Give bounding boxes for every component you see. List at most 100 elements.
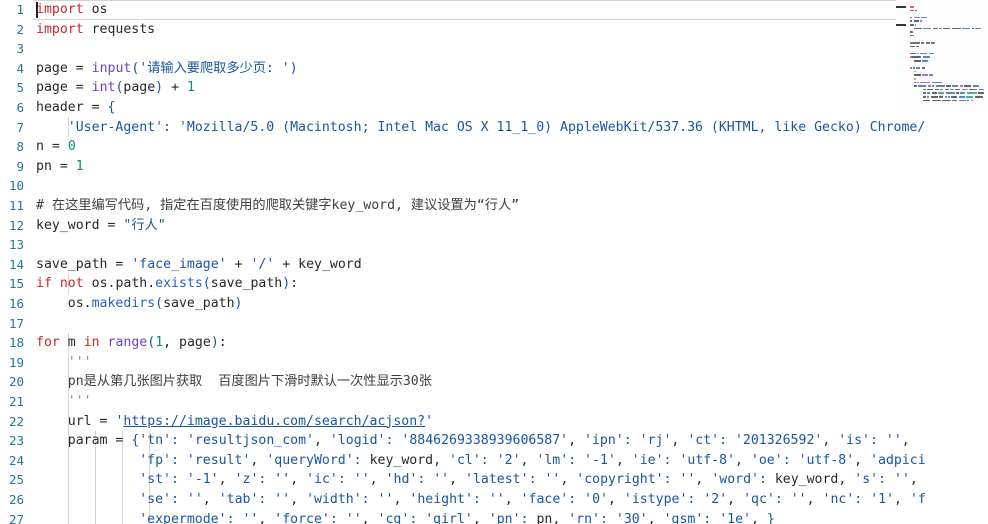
minimap-line xyxy=(910,52,916,55)
minimap-line xyxy=(966,96,974,98)
line-number: 16 xyxy=(8,296,24,311)
minimap-line xyxy=(913,20,919,22)
minimap-line xyxy=(917,81,920,84)
minimap-line xyxy=(955,88,961,91)
minimap-line xyxy=(914,81,916,84)
code-line[interactable]: if not os.path.exists(save_path): xyxy=(0,274,988,294)
minimap-line xyxy=(931,92,937,94)
minimap-line xyxy=(923,27,932,30)
line-number: 1 xyxy=(16,2,24,17)
code-minimap[interactable] xyxy=(896,0,988,113)
line-number: 9 xyxy=(16,158,24,174)
minimap-line xyxy=(910,6,914,8)
code-line[interactable]: param = {'tn': 'resultjson_com', 'logid'… xyxy=(0,431,988,451)
minimap-line xyxy=(914,27,923,30)
code-line[interactable]: save_path = 'face_image' + '/' + key_wor… xyxy=(0,255,988,275)
code-line[interactable]: page = input('请输入要爬取多少页: ') xyxy=(0,59,988,79)
code-line[interactable] xyxy=(0,176,988,196)
line-number: 10 xyxy=(8,178,24,194)
code-line[interactable] xyxy=(0,39,988,59)
minimap-line xyxy=(939,27,943,30)
code-line[interactable] xyxy=(0,314,988,334)
minimap-line xyxy=(944,88,949,91)
code-line[interactable]: 'expermode': '', 'force': '', 'cg': 'gir… xyxy=(0,510,988,524)
minimap-line xyxy=(920,81,931,84)
minimap-line xyxy=(910,16,913,19)
minimap-line xyxy=(951,96,958,98)
minimap-line xyxy=(961,88,968,91)
line-number: 24 xyxy=(8,452,24,468)
minimap-line xyxy=(947,96,950,98)
line-number: 20 xyxy=(8,374,24,390)
code-line[interactable]: 'fp': 'result', 'queryWord': key_word, '… xyxy=(0,451,988,471)
minimap-line xyxy=(923,96,927,98)
minimap-line xyxy=(935,85,945,87)
code-line[interactable]: for m in range(1, page): xyxy=(0,333,988,353)
code-line[interactable]: pn = 1 xyxy=(0,157,988,177)
minimap-line xyxy=(916,67,921,69)
minimap-line xyxy=(932,85,935,87)
minimap-line xyxy=(971,27,974,30)
line-number: 17 xyxy=(8,315,24,331)
code-line[interactable]: import os xyxy=(0,0,988,20)
minimap-line xyxy=(910,45,915,48)
minimap-line xyxy=(921,42,925,44)
line-number: 25 xyxy=(8,472,24,488)
line-number: 19 xyxy=(8,354,24,370)
code-line-docstring[interactable]: ''' xyxy=(0,392,988,412)
minimap-line xyxy=(916,52,919,55)
minimap-line xyxy=(913,67,916,69)
minimap-line xyxy=(910,67,912,69)
minimap-line xyxy=(974,96,983,98)
line-number: 13 xyxy=(8,237,24,253)
line-number: 14 xyxy=(8,256,24,272)
minimap-line xyxy=(918,85,927,87)
minimap-line xyxy=(923,99,931,102)
minimap-line xyxy=(925,42,930,44)
text-cursor xyxy=(36,2,38,18)
minimap-line xyxy=(914,78,916,80)
minimap-line xyxy=(969,88,978,91)
code-line[interactable]: 'st': '-1', 'z': '', 'ic': '', 'hd': '',… xyxy=(0,470,988,490)
code-line[interactable]: page = int(page) + 1 xyxy=(0,78,988,98)
code-line[interactable]: import requests xyxy=(0,20,988,40)
minimap-line xyxy=(931,42,936,44)
code-line-docstring[interactable]: pn是从第几张图片获取 百度图片下滑时默认一次性显示30张 xyxy=(0,372,988,392)
minimap-line xyxy=(938,92,945,94)
minimap-line xyxy=(940,88,944,91)
code-line[interactable]: 'se': '', 'tab': '', 'width': '', 'heigh… xyxy=(0,490,988,510)
minimap-line xyxy=(914,74,921,76)
line-number: 21 xyxy=(8,394,24,409)
minimap-line xyxy=(960,92,966,94)
minimap-line xyxy=(913,16,920,19)
line-number: 3 xyxy=(16,41,24,57)
code-content-area[interactable]: import os import requests page = input('… xyxy=(0,0,988,524)
minimap-line xyxy=(975,27,981,30)
minimap-line xyxy=(978,92,984,94)
minimap-line xyxy=(930,96,938,98)
code-line-comment[interactable]: # 在这里编写代码, 指定在百度使用的爬取关键字key_word, 建议设置为“… xyxy=(0,196,988,216)
minimap-line xyxy=(916,45,920,48)
code-line-url[interactable]: url = 'https://image.baidu.com/search/ac… xyxy=(0,412,988,432)
minimap-line xyxy=(914,60,921,62)
minimap-line xyxy=(929,74,933,76)
minimap-line xyxy=(945,92,955,94)
minimap-line xyxy=(927,92,931,94)
code-line[interactable]: 'User-Agent': 'Mozilla/5.0 (Macintosh; I… xyxy=(0,118,988,138)
code-line[interactable]: header = { xyxy=(0,98,988,118)
code-editor-window: import os import requests page = input('… xyxy=(0,0,988,524)
minimap-line xyxy=(949,88,954,91)
minimap-line xyxy=(927,88,934,91)
minimap-line xyxy=(931,81,942,84)
code-line-docstring[interactable]: ''' xyxy=(0,353,988,373)
code-line[interactable] xyxy=(0,235,988,255)
minimap-line xyxy=(923,92,927,94)
code-line[interactable]: key_word = "行人" xyxy=(0,216,988,236)
minimap-line xyxy=(921,16,927,19)
minimap-line xyxy=(927,85,931,87)
code-line[interactable]: os.makedirs(save_path) xyxy=(0,294,988,314)
line-number: 26 xyxy=(8,492,24,507)
minimap-line xyxy=(932,27,938,30)
minimap-line xyxy=(912,56,922,58)
code-line[interactable]: n = 0 xyxy=(0,137,988,157)
